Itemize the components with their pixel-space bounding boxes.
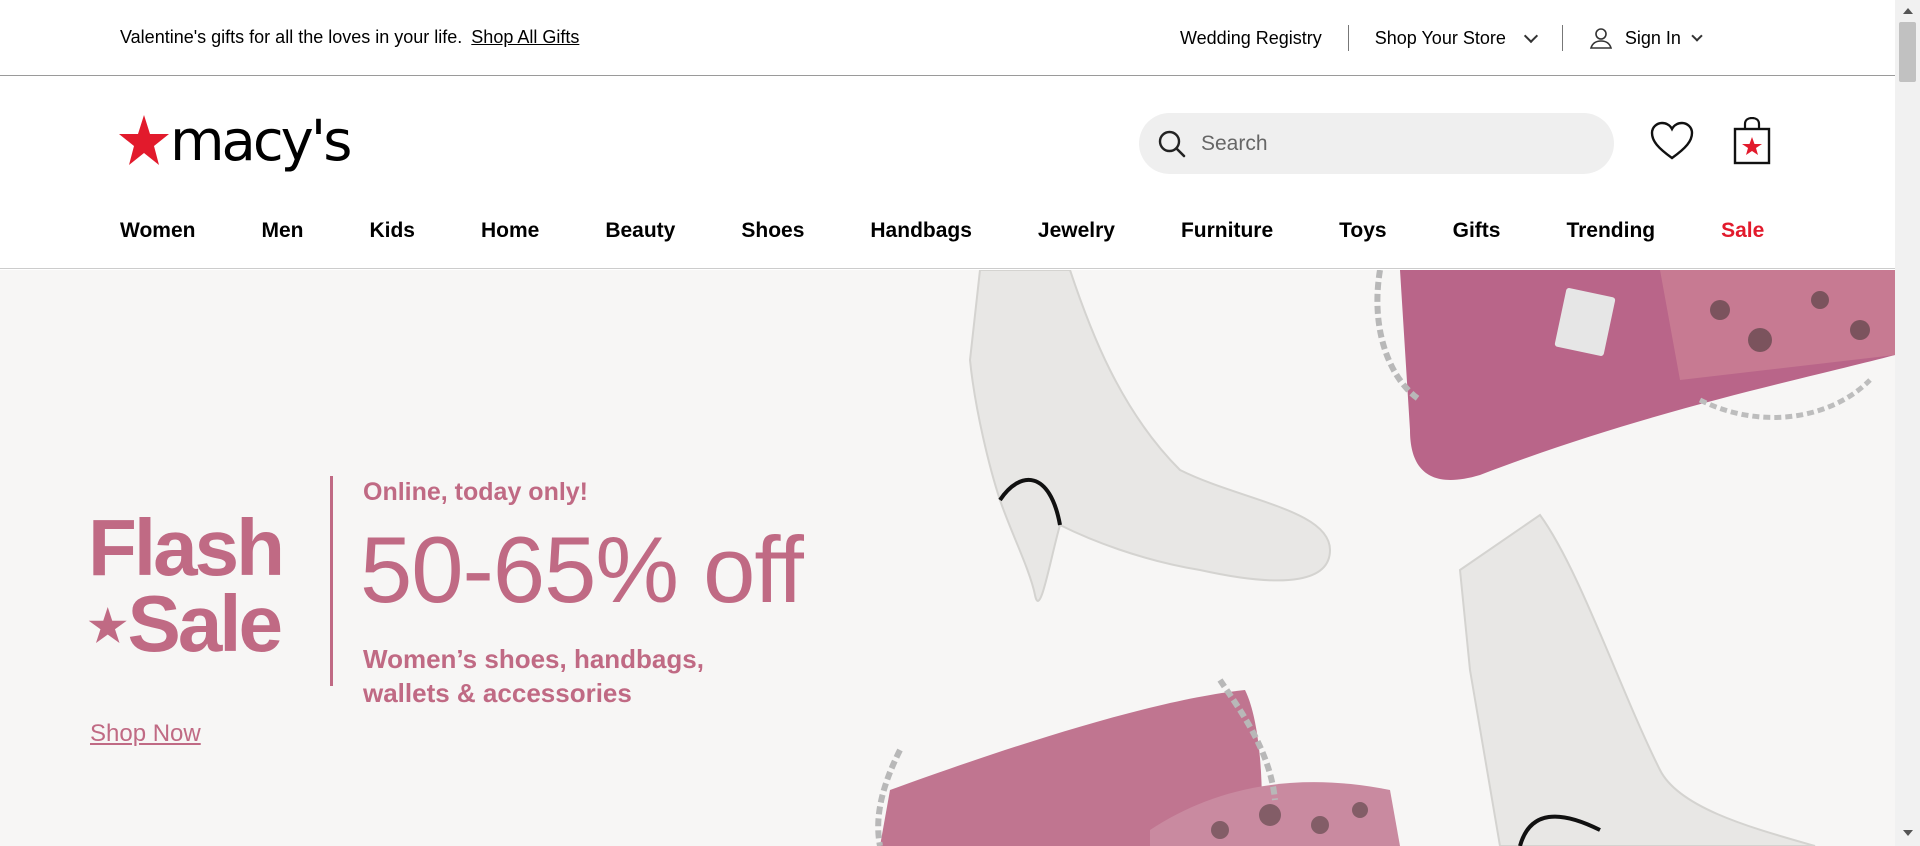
star-icon [119, 115, 169, 165]
sign-in-label: Sign In [1624, 27, 1681, 48]
divider [1347, 25, 1349, 51]
search-icon [1158, 130, 1186, 157]
promo-banner: Valentine's gifts for all the loves in y… [120, 27, 579, 48]
nav-item-women[interactable]: Women [120, 219, 195, 243]
shopping-bag-icon[interactable] [1733, 117, 1771, 165]
star-icon: ★ [88, 602, 128, 651]
nav-item-kids[interactable]: Kids [369, 219, 415, 243]
shop-all-gifts-link[interactable]: Shop All Gifts [471, 27, 579, 47]
flash-sale-title: Flash ★Sale [88, 503, 285, 665]
nav-item-shoes[interactable]: Shoes [741, 219, 804, 243]
nav-item-gifts[interactable]: Gifts [1453, 219, 1501, 243]
sign-in-button[interactable]: Sign In [1589, 26, 1703, 50]
logo-wordmark: macy's [170, 109, 352, 174]
main-nav: Women Men Kids Home Beauty Shoes Handbag… [120, 219, 1764, 243]
shop-your-store-button[interactable]: Shop Your Store [1374, 27, 1538, 49]
nav-item-trending[interactable]: Trending [1566, 219, 1655, 243]
nav-item-sale[interactable]: Sale [1721, 219, 1764, 243]
nav-item-jewelry[interactable]: Jewelry [1038, 219, 1115, 243]
chevron-down-icon [1691, 29, 1703, 42]
divider [330, 476, 333, 686]
scroll-up-icon[interactable] [1903, 8, 1913, 14]
divider [1561, 25, 1563, 51]
scrollbar-thumb[interactable] [1899, 22, 1916, 82]
shop-now-link[interactable]: Shop Now [90, 720, 201, 748]
shop-your-store-label: Shop Your Store [1374, 27, 1506, 48]
nav-item-furniture[interactable]: Furniture [1181, 219, 1273, 243]
chevron-down-icon [1523, 28, 1538, 43]
nav-item-home[interactable]: Home [481, 219, 539, 243]
utility-links: Wedding Registry Shop Your Store Sign In [1180, 24, 1703, 52]
page: Valentine's gifts for all the loves in y… [0, 0, 1895, 846]
search-input[interactable] [1201, 131, 1581, 156]
discount-text: 50-65% off [360, 517, 804, 622]
main-header: macy's Women Men Kids Home Beauty Shoes … [0, 77, 1895, 269]
user-icon [1589, 28, 1612, 49]
promo-text: Valentine's gifts for all the loves in y… [120, 27, 463, 47]
flash-line2-row: ★Sale [88, 584, 283, 665]
flash-line1: Flash [88, 503, 285, 592]
wedding-registry-link[interactable]: Wedding Registry [1180, 28, 1322, 49]
hero-product-image [875, 270, 1895, 846]
hero-banner[interactable]: Flash ★Sale Online, today only! 50-65% o… [0, 270, 1895, 846]
heart-icon[interactable] [1650, 121, 1694, 161]
macys-logo[interactable]: macy's [118, 109, 352, 175]
online-only-text: Online, today only! [363, 478, 589, 506]
nav-item-toys[interactable]: Toys [1339, 219, 1386, 243]
offer-description: Women’s shoes, handbags, wallets & acces… [363, 644, 704, 708]
nav-item-handbags[interactable]: Handbags [870, 219, 972, 243]
flash-line2: Sale [127, 579, 283, 668]
nav-item-men[interactable]: Men [261, 219, 303, 243]
scroll-down-icon[interactable] [1903, 830, 1913, 836]
nav-item-beauty[interactable]: Beauty [605, 219, 675, 243]
utility-bar: Valentine's gifts for all the loves in y… [0, 0, 1895, 76]
search-box[interactable] [1139, 113, 1614, 174]
scrollbar[interactable] [1895, 0, 1920, 846]
